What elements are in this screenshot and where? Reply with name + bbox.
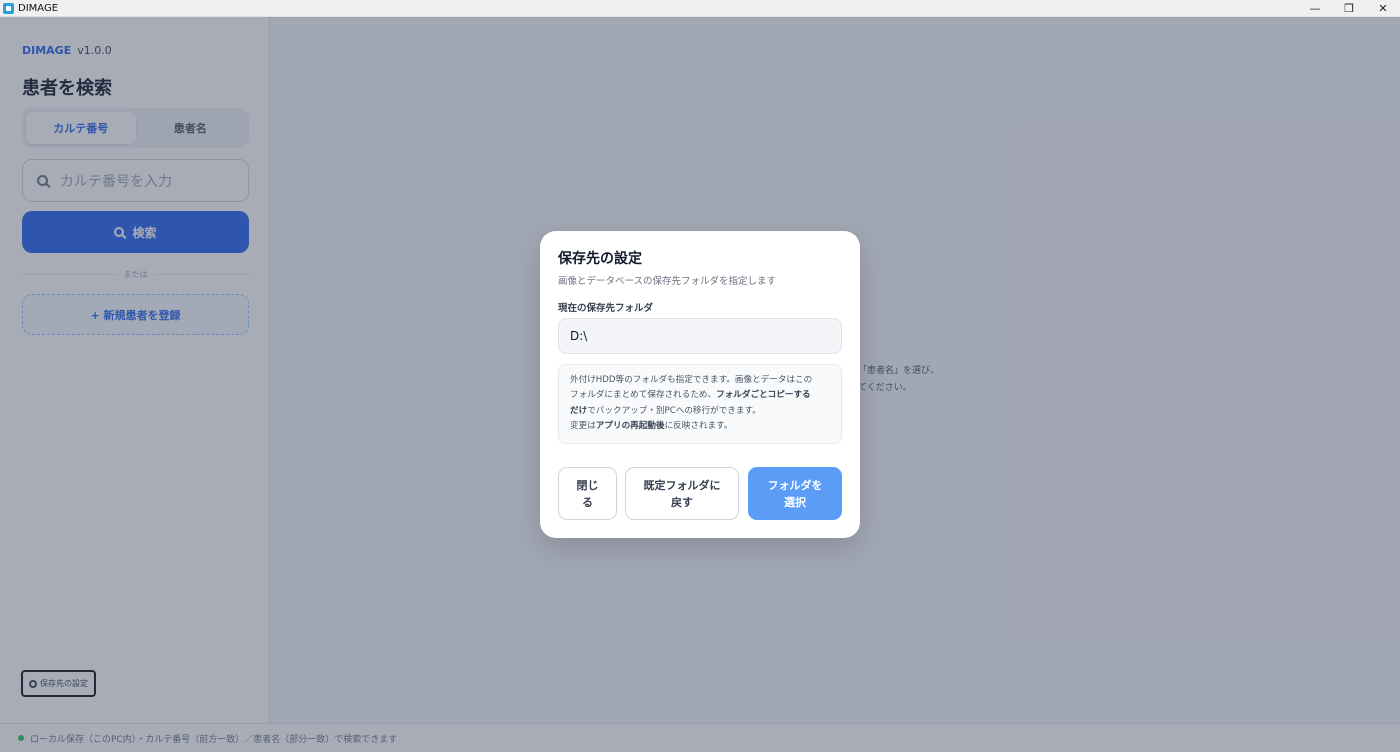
dialog-subtitle: 画像とデータベースの保存先フォルダを指定します: [558, 276, 777, 287]
info-text-bold: だけ: [570, 405, 588, 416]
app-icon: [3, 2, 14, 14]
maximize-button[interactable]: ❐: [1332, 0, 1366, 17]
window-controls: — ❐ ✕: [1298, 0, 1400, 17]
select-folder-button[interactable]: フォルダを 選択: [748, 467, 842, 520]
info-text: に反映されます。: [664, 420, 733, 431]
close-window-button[interactable]: ✕: [1366, 0, 1400, 17]
info-text-bold: アプリの再起動後: [595, 420, 665, 431]
info-text: フォルダにまとめて保存されるため、: [570, 390, 717, 401]
info-text: でバックアップ・別PCへの移行ができます。: [587, 405, 761, 416]
close-button[interactable]: 閉じる: [558, 467, 617, 520]
current-folder-label: 現在の保存先フォルダ: [558, 303, 654, 314]
window-title: DIMAGE: [18, 2, 59, 14]
dialog-title: 保存先の設定: [558, 251, 642, 267]
minimize-button[interactable]: —: [1298, 0, 1332, 17]
info-text-bold: フォルダごとコピーする: [716, 390, 811, 401]
title-bar: DIMAGE — ❐ ✕: [0, 0, 1400, 17]
info-text: 変更は: [570, 420, 596, 431]
reset-default-folder-button[interactable]: 既定フォルダに 戻す: [625, 467, 739, 520]
info-box: 外付けHDD等のフォルダも指定できます。画像とデータはこの フォルダにまとめて保…: [558, 364, 842, 444]
storage-settings-dialog: 保存先の設定 画像とデータベースの保存先フォルダを指定します 現在の保存先フォル…: [540, 231, 860, 538]
current-folder-field: D:\: [558, 318, 842, 354]
info-text: 外付けHDD等のフォルダも指定できます。画像とデータはこの: [570, 375, 813, 385]
